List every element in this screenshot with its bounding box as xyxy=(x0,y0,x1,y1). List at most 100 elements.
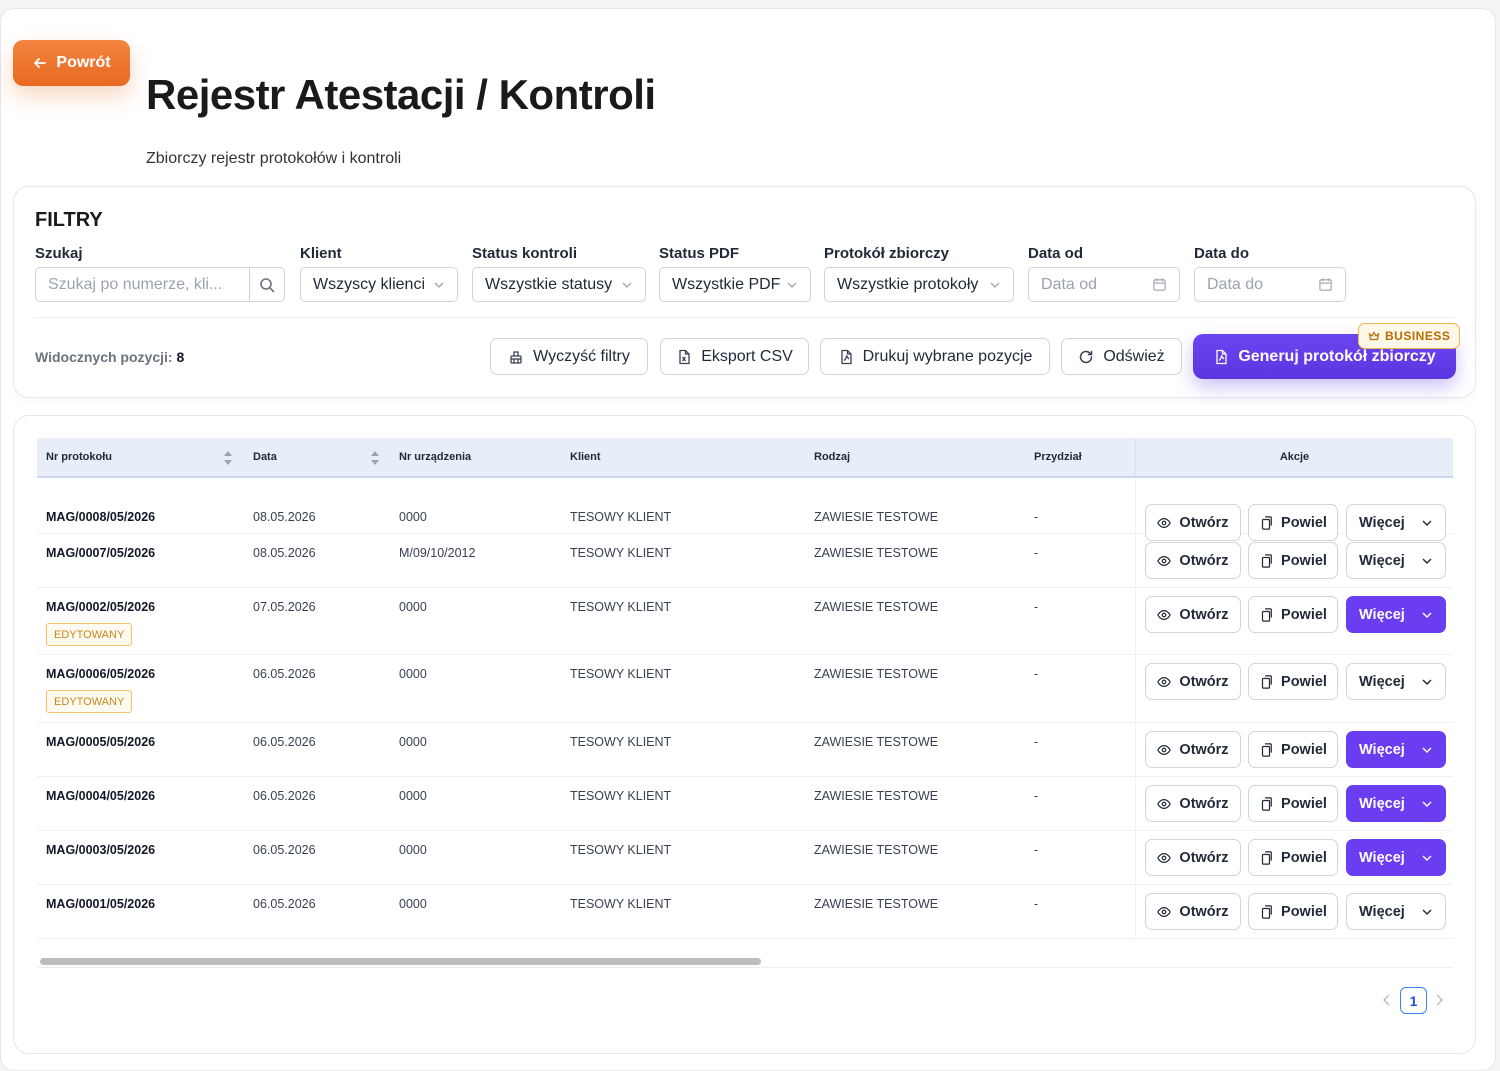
clear-filters-button[interactable]: Wyczyść filtry xyxy=(490,338,648,375)
page-title: Rejestr Atestacji / Kontroli xyxy=(146,71,656,118)
print-selected-button[interactable]: Drukuj wybrane pozycje xyxy=(820,338,1050,375)
more-dropdown-button[interactable]: Więcej xyxy=(1346,893,1446,930)
filters-title: FILTRY xyxy=(35,209,103,231)
cell-device: 0000 xyxy=(399,789,427,803)
search-icon xyxy=(260,277,275,292)
pagination-prev[interactable] xyxy=(1380,990,1394,1010)
date-to-input[interactable]: Data do xyxy=(1194,267,1346,302)
more-dropdown-button[interactable]: Więcej xyxy=(1346,542,1446,579)
more-dropdown-button[interactable]: Więcej xyxy=(1346,839,1446,876)
cell-device: 0000 xyxy=(399,735,427,749)
business-badge-label: BUSINESS xyxy=(1385,329,1451,343)
refresh-button[interactable]: Odśwież xyxy=(1061,338,1182,375)
chevron-down-icon xyxy=(787,282,797,288)
cell-nr: MAG/0007/05/2026 xyxy=(46,546,156,560)
open-button-label: Otwórz xyxy=(1179,673,1229,690)
search-input[interactable]: Szukaj po numerze, kli... xyxy=(36,276,249,294)
cell-assign: - xyxy=(1034,735,1039,749)
status-select[interactable]: Wszystkie statusy xyxy=(472,267,646,302)
file-pdf-icon xyxy=(840,349,852,364)
column-header-date[interactable]: Data xyxy=(253,438,277,476)
column-header-type: Rodzaj xyxy=(814,451,851,463)
duplicate-button-label: Powiel xyxy=(1281,514,1327,531)
collective-label: Protokół zbiorczy xyxy=(824,245,950,262)
cell-nr: MAG/0001/05/2026 xyxy=(46,897,156,911)
search-button[interactable] xyxy=(249,268,284,301)
chevron-down-icon xyxy=(622,282,632,288)
horizontal-scrollbar[interactable] xyxy=(37,954,1453,968)
cell-nr: MAG/0003/05/2026 xyxy=(46,843,156,857)
scrollbar-thumb[interactable] xyxy=(40,958,761,965)
open-button[interactable]: Otwórz xyxy=(1145,893,1241,930)
more-button-label: Więcej xyxy=(1359,673,1405,690)
open-button-label: Otwórz xyxy=(1179,552,1229,569)
cell-date: 08.05.2026 xyxy=(253,510,316,524)
chevron-down-icon xyxy=(990,282,1000,288)
print-selected-label: Drukuj wybrane pozycje xyxy=(862,347,1033,365)
cell-nr: MAG/0002/05/2026 xyxy=(46,600,156,614)
date-from-placeholder: Data od xyxy=(1041,275,1098,293)
more-dropdown-button[interactable]: Więcej xyxy=(1346,785,1446,822)
cell-type: ZAWIESIE TESTOWE xyxy=(814,735,939,749)
open-button[interactable]: Otwórz xyxy=(1145,542,1241,579)
copy-icon xyxy=(1261,850,1272,865)
cell-assign: - xyxy=(1034,667,1039,681)
cell-nr: MAG/0006/05/2026 xyxy=(46,667,156,681)
row-actions: Otwórz Powiel Więcej xyxy=(1135,480,1453,541)
duplicate-button[interactable]: Powiel xyxy=(1248,596,1338,633)
search-field[interactable]: Szukaj po numerze, kli... xyxy=(35,267,285,302)
copy-icon xyxy=(1261,553,1272,568)
cell-client: TESOWY KLIENT xyxy=(570,667,672,681)
cell-client: TESOWY KLIENT xyxy=(570,897,672,911)
open-button[interactable]: Otwórz xyxy=(1145,596,1241,633)
more-dropdown-button[interactable]: Więcej xyxy=(1346,596,1446,633)
collective-select[interactable]: Wszystkie protokoły xyxy=(824,267,1014,302)
pagination-next[interactable] xyxy=(1432,990,1446,1010)
export-csv-button[interactable]: Eksport CSV xyxy=(660,338,809,375)
client-select[interactable]: Wszyscy klienci xyxy=(300,267,458,302)
copy-icon xyxy=(1261,674,1272,689)
back-button[interactable]: Powrót xyxy=(13,40,130,86)
edited-badge: EDYTOWANY xyxy=(46,623,133,646)
sort-icon[interactable] xyxy=(370,450,380,466)
more-button-label: Więcej xyxy=(1359,514,1405,531)
duplicate-button[interactable]: Powiel xyxy=(1248,731,1338,768)
calendar-icon xyxy=(1319,278,1332,291)
duplicate-button[interactable]: Powiel xyxy=(1248,839,1338,876)
clear-filters-label: Wyczyść filtry xyxy=(533,347,630,365)
open-button-label: Otwórz xyxy=(1179,849,1229,866)
sort-icon[interactable] xyxy=(223,450,233,466)
chevron-down-icon xyxy=(1422,520,1432,526)
duplicate-button[interactable]: Powiel xyxy=(1248,663,1338,700)
pdf-status-select[interactable]: Wszystkie PDF xyxy=(659,267,811,302)
row-actions: Otwórz Powiel Więcej xyxy=(1135,588,1453,654)
cell-assign: - xyxy=(1034,600,1039,614)
more-dropdown-button[interactable]: Więcej xyxy=(1346,663,1446,700)
copy-icon xyxy=(1261,515,1272,530)
cell-date: 08.05.2026 xyxy=(253,546,316,560)
duplicate-button[interactable]: Powiel xyxy=(1248,893,1338,930)
cell-device: 0000 xyxy=(399,510,427,524)
date-from-input[interactable]: Data od xyxy=(1028,267,1180,302)
crown-icon xyxy=(1368,331,1380,341)
column-header-device: Nr urządzenia xyxy=(399,451,472,463)
business-badge: BUSINESS xyxy=(1358,323,1461,349)
status-select-value: Wszystkie statusy xyxy=(485,275,613,293)
column-header-nr[interactable]: Nr protokołu xyxy=(46,438,112,476)
open-button[interactable]: Otwórz xyxy=(1145,663,1241,700)
open-button[interactable]: Otwórz xyxy=(1145,785,1241,822)
file-csv-icon xyxy=(679,349,690,364)
duplicate-button[interactable]: Powiel xyxy=(1248,785,1338,822)
chevron-down-icon xyxy=(1422,747,1432,753)
cell-type: ZAWIESIE TESTOWE xyxy=(814,546,939,560)
open-button[interactable]: Otwórz xyxy=(1145,731,1241,768)
generate-collective-label: Generuj protokół zbiorczy xyxy=(1238,347,1436,365)
arrow-left-icon xyxy=(34,58,47,68)
open-button[interactable]: Otwórz xyxy=(1145,839,1241,876)
pagination-page[interactable]: 1 xyxy=(1400,987,1427,1014)
edited-badge: EDYTOWANY xyxy=(46,690,133,713)
more-dropdown-button[interactable]: Więcej xyxy=(1346,731,1446,768)
column-header-client: Klient xyxy=(570,451,601,463)
duplicate-button[interactable]: Powiel xyxy=(1248,542,1338,579)
cell-type: ZAWIESIE TESTOWE xyxy=(814,897,939,911)
